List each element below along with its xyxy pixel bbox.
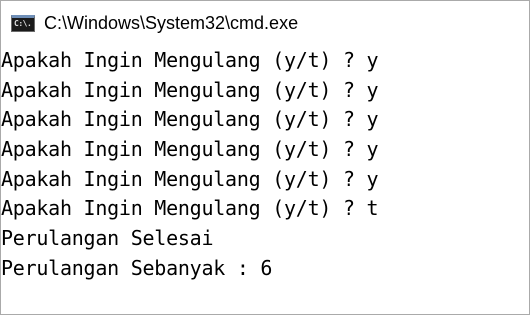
console-line: Apakah Ingin Mengulang (y/t) ? y bbox=[1, 167, 379, 191]
console-line: Apakah Ingin Mengulang (y/t) ? y bbox=[1, 107, 379, 131]
console-line: Apakah Ingin Mengulang (y/t) ? t bbox=[1, 196, 379, 220]
cmd-icon-glyph: C:\. bbox=[14, 18, 32, 28]
title-bar[interactable]: C:\. C:\Windows\System32\cmd.exe bbox=[1, 1, 529, 45]
console-line: Apakah Ingin Mengulang (y/t) ? y bbox=[1, 48, 379, 72]
cmd-icon: C:\. bbox=[11, 14, 35, 32]
console-line: Apakah Ingin Mengulang (y/t) ? y bbox=[1, 78, 379, 102]
console-line: Perulangan Selesai bbox=[1, 226, 214, 250]
console-line: Perulangan Sebanyak : 6 bbox=[1, 256, 273, 280]
window-title: C:\Windows\System32\cmd.exe bbox=[44, 12, 299, 33]
console-output[interactable]: Apakah Ingin Mengulang (y/t) ? y Apakah … bbox=[1, 45, 529, 314]
console-line: Apakah Ingin Mengulang (y/t) ? y bbox=[1, 137, 379, 161]
cmd-window: C:\. C:\Windows\System32\cmd.exe Apakah … bbox=[0, 0, 530, 315]
